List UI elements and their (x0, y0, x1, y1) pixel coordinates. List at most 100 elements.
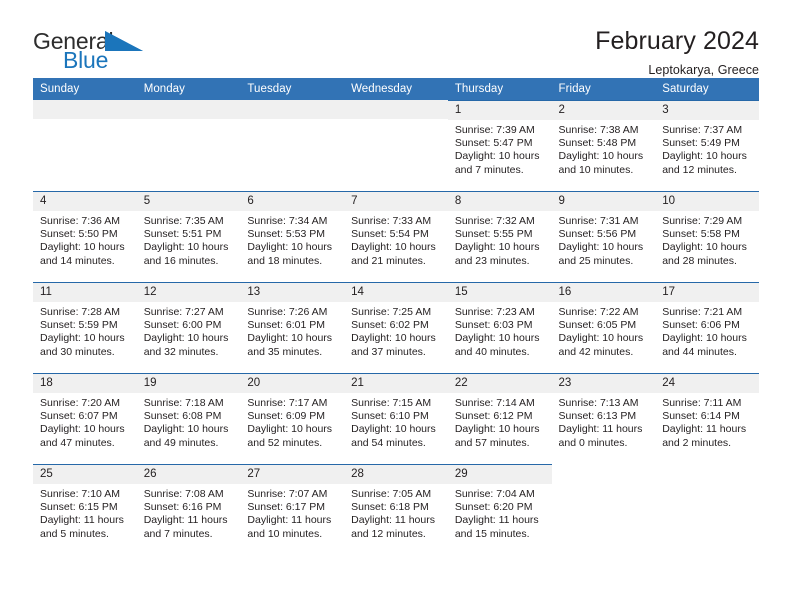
day-number: 25 (33, 465, 137, 484)
daylight-duration-line1: Daylight: 10 hours (558, 150, 644, 163)
day-details: Sunrise: 7:28 AM Sunset: 5:59 PM Daylight:… (33, 302, 137, 359)
sunset-time: Sunset: 6:17 PM (247, 501, 326, 514)
calendar-cell-day-28[interactable]: 28 Sunrise: 7:05 AM Sunset: 6:18 PM Dayligh… (344, 464, 448, 555)
calendar-cell-day-8[interactable]: 8 Sunrise: 7:32 AM Sunset: 5:55 PM Daylight… (447, 191, 552, 282)
day-number: 14 (344, 283, 448, 302)
calendar-cell-day-9[interactable]: 9 Sunrise: 7:31 AM Sunset: 5:56 PM Daylight… (551, 191, 656, 282)
day-details: Sunrise: 7:37 AM Sunset: 5:49 PM Daylight:… (655, 120, 759, 177)
day-number: 8 (447, 192, 552, 211)
day-number: 22 (447, 374, 552, 393)
calendar-cell-day-21[interactable]: 21 Sunrise: 7:15 AM Sunset: 6:10 PM Dayligh… (344, 373, 448, 464)
calendar-cell-day-29[interactable]: 29 Sunrise: 7:04 AM Sunset: 6:20 PM Dayligh… (447, 464, 552, 555)
daylight-duration-line1: Daylight: 10 hours (40, 423, 125, 436)
daylight-duration-line2: and 18 minutes. (247, 254, 323, 267)
calendar-cell-day-3[interactable]: 3 Sunrise: 7:37 AM Sunset: 5:49 PM Daylight… (655, 100, 759, 191)
calendar-cell-day-12[interactable]: 12 Sunrise: 7:27 AM Sunset: 6:00 PM Dayligh… (136, 282, 241, 373)
calendar-cell-day-14[interactable]: 14 Sunrise: 7:25 AM Sunset: 6:02 PM Dayligh… (344, 282, 448, 373)
daylight-duration-line1: Daylight: 10 hours (351, 332, 436, 345)
sunset-time: Sunset: 6:06 PM (662, 319, 740, 332)
sunrise-time: Sunrise: 7:36 AM (40, 215, 120, 227)
calendar-week-row: 18 Sunrise: 7:20 AM Sunset: 6:07 PM Dayligh… (33, 373, 759, 464)
day-number: 29 (447, 465, 552, 484)
sunset-time: Sunset: 5:49 PM (662, 137, 740, 150)
calendar-cell-day-18[interactable]: 18 Sunrise: 7:20 AM Sunset: 6:07 PM Dayligh… (33, 373, 137, 464)
daylight-duration-line2: and 52 minutes. (247, 436, 323, 449)
daylight-duration-line1: Daylight: 10 hours (558, 241, 644, 254)
calendar-cell-empty (240, 100, 345, 191)
sunset-time: Sunset: 6:14 PM (662, 410, 740, 423)
calendar-cell-day-23[interactable]: 23 Sunrise: 7:13 AM Sunset: 6:13 PM Dayligh… (551, 373, 656, 464)
logo-triangle-icon (105, 31, 144, 55)
calendar-cell-day-4[interactable]: 4 Sunrise: 7:36 AM Sunset: 5:50 PM Daylight… (33, 191, 137, 282)
daylight-duration-line1: Daylight: 11 hours (351, 514, 435, 527)
daylight-duration-line1: Daylight: 10 hours (247, 241, 333, 254)
sunrise-time: Sunrise: 7:28 AM (40, 306, 120, 318)
calendar-cell-day-2[interactable]: 2 Sunrise: 7:38 AM Sunset: 5:48 PM Daylight… (551, 100, 656, 191)
daylight-duration-line2: and 42 minutes. (558, 345, 634, 358)
daylight-duration-line1: Daylight: 11 hours (454, 514, 539, 527)
sunrise-time: Sunrise: 7:31 AM (558, 215, 639, 227)
day-number: 26 (136, 465, 241, 484)
calendar-cell-day-1[interactable]: 1 Sunrise: 7:39 AM Sunset: 5:47 PM Daylight… (447, 100, 552, 191)
sunrise-time: Sunrise: 7:20 AM (40, 397, 120, 409)
calendar-cell-day-15[interactable]: 15 Sunrise: 7:23 AM Sunset: 6:03 PM Dayligh… (447, 282, 552, 373)
daylight-duration-line2: and 21 minutes. (351, 254, 426, 267)
calendar-cell-day-11[interactable]: 11 Sunrise: 7:28 AM Sunset: 5:59 PM Dayligh… (33, 282, 137, 373)
sunset-time: Sunset: 6:15 PM (40, 501, 118, 514)
sunset-time: Sunset: 5:47 PM (454, 137, 533, 150)
sunset-time: Sunset: 5:48 PM (558, 137, 637, 150)
daylight-duration-line2: and 37 minutes. (351, 345, 426, 358)
calendar-cell-day-22[interactable]: 22 Sunrise: 7:14 AM Sunset: 6:12 PM Dayligh… (447, 373, 552, 464)
daylight-duration-line2: and 0 minutes. (558, 436, 628, 449)
day-number: 17 (655, 283, 759, 302)
weekday-header-monday: Monday (136, 78, 241, 100)
sunrise-time: Sunrise: 7:35 AM (143, 215, 224, 227)
calendar-cell-day-26[interactable]: 26 Sunrise: 7:08 AM Sunset: 6:16 PM Dayligh… (136, 464, 241, 555)
day-number: 6 (240, 192, 345, 211)
daylight-duration-line2: and 12 minutes. (662, 163, 737, 176)
daylight-duration-line2: and 47 minutes. (40, 436, 115, 449)
calendar-cell-day-13[interactable]: 13 Sunrise: 7:26 AM Sunset: 6:01 PM Dayligh… (240, 282, 345, 373)
day-details: Sunrise: 7:13 AM Sunset: 6:13 PM Daylight:… (552, 393, 656, 450)
calendar-cell-day-25[interactable]: 25 Sunrise: 7:10 AM Sunset: 6:15 PM Dayligh… (33, 464, 137, 555)
daylight-duration-line1: Daylight: 10 hours (454, 423, 540, 436)
sunrise-time: Sunrise: 7:17 AM (247, 397, 328, 409)
weekday-header-saturday: Saturday (655, 78, 759, 100)
calendar-cell-day-10[interactable]: 10 Sunrise: 7:29 AM Sunset: 5:58 PM Dayligh… (655, 191, 759, 282)
day-details: Sunrise: 7:35 AM Sunset: 5:51 PM Daylight:… (137, 211, 241, 268)
calendar-cell-day-7[interactable]: 7 Sunrise: 7:33 AM Sunset: 5:54 PM Daylight… (344, 191, 448, 282)
daylight-duration-line2: and 15 minutes. (454, 527, 530, 540)
daylight-duration-line1: Daylight: 10 hours (454, 241, 540, 254)
calendar-cell-day-19[interactable]: 19 Sunrise: 7:18 AM Sunset: 6:08 PM Dayligh… (136, 373, 241, 464)
day-number: 23 (551, 374, 656, 393)
day-details: Sunrise: 7:17 AM Sunset: 6:09 PM Daylight:… (240, 393, 344, 450)
day-details: Sunrise: 7:32 AM Sunset: 5:55 PM Daylight:… (448, 211, 552, 268)
calendar-week-row: 11 Sunrise: 7:28 AM Sunset: 5:59 PM Dayligh… (33, 282, 759, 373)
calendar-cell-day-20[interactable]: 20 Sunrise: 7:17 AM Sunset: 6:09 PM Dayligh… (240, 373, 345, 464)
weekday-header-thursday: Thursday (447, 78, 552, 100)
calendar-week-row: 1 Sunrise: 7:39 AM Sunset: 5:47 PM Daylight… (33, 100, 759, 191)
day-details: Sunrise: 7:04 AM Sunset: 6:20 PM Daylight:… (448, 484, 552, 541)
day-details: Sunrise: 7:15 AM Sunset: 6:10 PM Daylight:… (344, 393, 448, 450)
page-header: General Blue February 2024 Leptokarya, G… (33, 0, 759, 76)
calendar-cell-day-5[interactable]: 5 Sunrise: 7:35 AM Sunset: 5:51 PM Daylight… (136, 191, 241, 282)
daylight-duration-line2: and 12 minutes. (351, 527, 426, 540)
sunset-time: Sunset: 6:01 PM (247, 319, 326, 332)
sunrise-time: Sunrise: 7:13 AM (558, 397, 639, 409)
calendar-cell-day-27[interactable]: 27 Sunrise: 7:07 AM Sunset: 6:17 PM Dayligh… (240, 464, 345, 555)
day-number: 24 (655, 374, 759, 393)
calendar-cell-day-6[interactable]: 6 Sunrise: 7:34 AM Sunset: 5:53 PM Daylight… (240, 191, 345, 282)
weekday-header-tuesday: Tuesday (240, 78, 345, 100)
day-number: 20 (240, 374, 345, 393)
calendar-cell-day-16[interactable]: 16 Sunrise: 7:22 AM Sunset: 6:05 PM Dayligh… (551, 282, 656, 373)
calendar-cell-day-17[interactable]: 17 Sunrise: 7:21 AM Sunset: 6:06 PM Dayligh… (655, 282, 759, 373)
calendar-cell-day-24[interactable]: 24 Sunrise: 7:11 AM Sunset: 6:14 PM Dayligh… (655, 373, 759, 464)
day-number (552, 464, 656, 483)
daylight-duration-line2: and 32 minutes. (143, 345, 219, 358)
sunrise-time: Sunrise: 7:38 AM (558, 124, 639, 136)
sunset-time: Sunset: 5:56 PM (558, 228, 637, 241)
daylight-duration-line1: Daylight: 11 hours (143, 514, 228, 527)
calendar-cell-empty (136, 100, 241, 191)
sunset-time: Sunset: 6:00 PM (143, 319, 222, 332)
day-number: 11 (33, 283, 137, 302)
